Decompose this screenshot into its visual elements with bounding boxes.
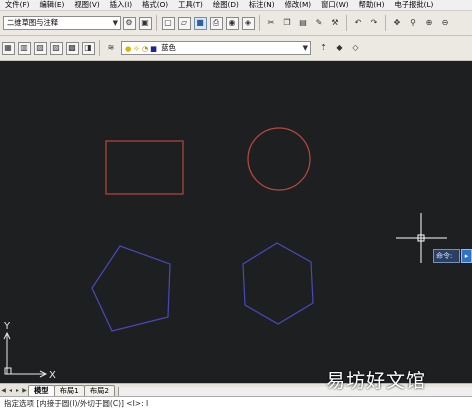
layers-toolbar: ▦ ▥ ▧ ▨ ▩ ◨ ≋ ● ☼ ◔ ■ 蓝色 ▼ ⇡ ◆ ◇ bbox=[0, 36, 472, 61]
block-editor-icon[interactable]: ⚒ bbox=[329, 17, 342, 30]
ucs-origin-box bbox=[4, 367, 12, 375]
workspace-settings-icon[interactable]: ⚙ bbox=[122, 16, 136, 30]
workspace-select[interactable]: 二维草图与注释 ▼ bbox=[3, 16, 121, 30]
layer-lock-icon[interactable]: ◨ bbox=[81, 41, 95, 55]
layer-previous-icon[interactable]: ▧ bbox=[33, 41, 47, 55]
menu-view[interactable]: 视图(V) bbox=[69, 0, 104, 10]
color-swatch-icon: ■ bbox=[150, 43, 158, 53]
layer-properties-icon[interactable]: ≋ bbox=[105, 42, 118, 55]
layer-manager-icon[interactable]: ▦ bbox=[1, 41, 15, 55]
rectangle-shape[interactable] bbox=[105, 140, 184, 195]
tab-layout1[interactable]: 布局1 bbox=[53, 385, 85, 396]
menu-tools[interactable]: 工具(T) bbox=[173, 0, 208, 10]
layer-walk-icon[interactable]: ◆ bbox=[333, 42, 346, 55]
drawing-svg[interactable]: Y X bbox=[0, 61, 472, 383]
toolbar-separator bbox=[346, 15, 347, 31]
layer-name: 蓝色 bbox=[161, 43, 176, 52]
menu-dimension[interactable]: 标注(N) bbox=[244, 0, 280, 10]
preview-icon[interactable]: ◉ bbox=[225, 16, 239, 30]
last-tab-icon[interactable]: ▶ bbox=[21, 386, 28, 396]
publish-icon[interactable]: ◈ bbox=[241, 16, 255, 30]
qnew-icon[interactable]: ▢ bbox=[161, 16, 175, 30]
watermark-text: 易坊好文馆 bbox=[326, 370, 427, 392]
plot-icon[interactable]: ⎙ bbox=[209, 16, 223, 30]
next-tab-icon[interactable]: ▸ bbox=[14, 386, 21, 396]
chevron-down-icon: ▼ bbox=[112, 19, 118, 27]
cut-icon[interactable]: ✂ bbox=[265, 17, 278, 30]
menu-modify[interactable]: 修改(M) bbox=[280, 0, 317, 10]
toolbar-separator bbox=[259, 15, 260, 31]
watermark: 易坊好文馆 bbox=[326, 366, 466, 392]
first-tab-icon[interactable]: ◀ bbox=[0, 386, 7, 396]
tab-layout2[interactable]: 布局2 bbox=[83, 385, 116, 396]
zoom-icon[interactable]: ⚲ bbox=[407, 17, 420, 30]
open-icon[interactable]: ▱ bbox=[177, 16, 191, 30]
redo-icon[interactable]: ↷ bbox=[368, 17, 381, 30]
menu-format[interactable]: 格式(O) bbox=[137, 0, 173, 10]
command-line[interactable]: 指定选项 [内接于圆(I)/外切于圆(C)] <I>: I bbox=[0, 396, 472, 412]
zoom-window-icon[interactable]: ⊕ bbox=[423, 17, 436, 30]
menu-edit[interactable]: 编辑(E) bbox=[34, 0, 69, 10]
toolbar-separator bbox=[156, 15, 157, 31]
dynamic-input-prompt: 命令: bbox=[433, 249, 460, 263]
layer-select[interactable]: ● ☼ ◔ ■ 蓝色 ▼ bbox=[121, 41, 311, 55]
drawing-canvas[interactable]: Y X bbox=[0, 61, 472, 383]
dynamic-input-option[interactable]: ▸ bbox=[461, 249, 472, 263]
menu-express[interactable]: 电子报批(L) bbox=[389, 0, 438, 10]
unlock-icon: ◔ bbox=[141, 43, 149, 53]
menu-file[interactable]: 文件(F) bbox=[0, 0, 34, 10]
menu-bar: 文件(F) 编辑(E) 视图(V) 插入(I) 格式(O) 工具(T) 绘图(D… bbox=[0, 0, 472, 11]
workspace-save-icon[interactable]: ▣ bbox=[138, 16, 152, 30]
tab-model[interactable]: 模型 bbox=[28, 385, 55, 396]
dynamic-input-label: 命令: bbox=[436, 252, 453, 260]
matchprop-icon[interactable]: ✎ bbox=[313, 17, 326, 30]
lightbulb-icon: ● bbox=[125, 43, 132, 53]
layer-match-icon[interactable]: ◇ bbox=[349, 42, 362, 55]
pentagon-shape[interactable] bbox=[91, 245, 171, 332]
menu-insert[interactable]: 插入(I) bbox=[105, 0, 137, 10]
layer-freeze-icon[interactable]: ▩ bbox=[65, 41, 79, 55]
standard-toolbar: 二维草图与注释 ▼ ⚙ ▣ ▢ ▱ ■ ⎙ ◉ ◈ ✂ ❐ ▤ ✎ ⚒ ↶ ↷ … bbox=[0, 11, 472, 36]
ucs-x-label: X bbox=[49, 370, 56, 381]
save-icon[interactable]: ■ bbox=[193, 16, 207, 30]
menu-draw[interactable]: 绘图(D) bbox=[208, 0, 244, 10]
layer-isolate-icon[interactable]: ▨ bbox=[49, 41, 63, 55]
chevron-down-icon: ▼ bbox=[302, 44, 308, 52]
paste-icon[interactable]: ▤ bbox=[297, 17, 310, 30]
layer-state-icon[interactable]: ▥ bbox=[17, 41, 31, 55]
toolbar-separator bbox=[99, 40, 100, 56]
toolbar-separator bbox=[385, 15, 386, 31]
workspace-select-value: 二维草图与注释 bbox=[7, 18, 59, 27]
pan-icon[interactable]: ✥ bbox=[391, 17, 404, 30]
previous-tab-icon[interactable]: ◂ bbox=[7, 386, 14, 396]
zoom-previous-icon[interactable]: ⊖ bbox=[439, 17, 452, 30]
copy-icon[interactable]: ❐ bbox=[281, 17, 294, 30]
make-current-icon[interactable]: ⇡ bbox=[317, 42, 330, 55]
menu-window[interactable]: 窗口(W) bbox=[316, 0, 354, 10]
menu-help[interactable]: 帮助(H) bbox=[354, 0, 390, 10]
hexagon-shape[interactable] bbox=[242, 242, 314, 325]
undo-icon[interactable]: ↶ bbox=[352, 17, 365, 30]
circle-shape[interactable] bbox=[247, 127, 311, 191]
sun-icon: ☼ bbox=[133, 43, 140, 53]
ucs-y-label: Y bbox=[3, 321, 11, 332]
